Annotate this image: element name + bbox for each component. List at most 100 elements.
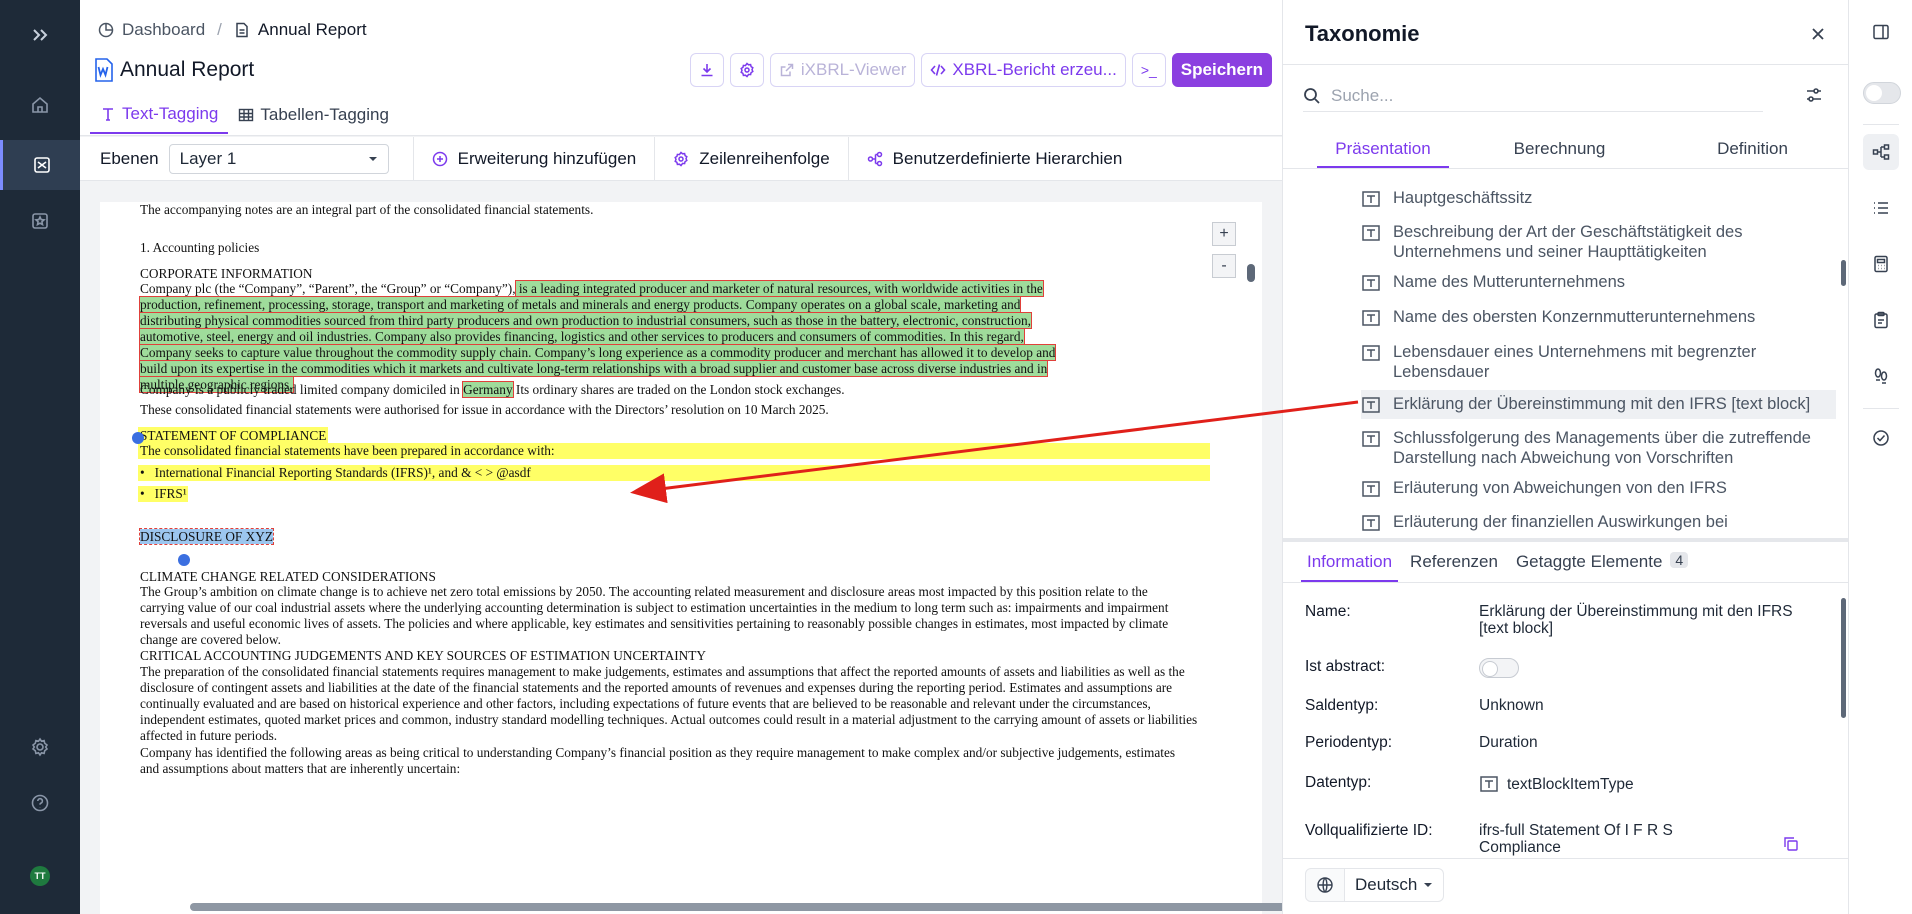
heading-critical-judgements: CRITICAL ACCOUNTING JUDGEMENTS AND KEY S… xyxy=(140,648,706,663)
taxonomy-button[interactable] xyxy=(1863,134,1899,170)
main-area: Dashboard / Annual Report Annual Report … xyxy=(80,0,1292,914)
tree-item-selected[interactable]: Erklärung der Übereinstimmung mit den IF… xyxy=(1361,390,1836,419)
save-button[interactable]: Speichern xyxy=(1171,53,1272,87)
tagged-text[interactable]: automotive, steel, energy and oil indust… xyxy=(139,328,1025,345)
user-avatar[interactable]: TT xyxy=(30,866,50,886)
clipboard-icon xyxy=(1874,311,1888,329)
scroll-thumb[interactable] xyxy=(1841,260,1846,286)
reports-icon[interactable] xyxy=(0,140,80,190)
settings-icon[interactable] xyxy=(0,722,80,772)
language-dropdown[interactable]: Deutsch xyxy=(1345,868,1445,902)
language-selector[interactable]: Deutsch xyxy=(1305,868,1445,902)
tree-item[interactable]: Name des Mutterunternehmens xyxy=(1361,272,1836,293)
filter-icon[interactable] xyxy=(1805,86,1823,104)
divider xyxy=(1863,124,1899,125)
tagged-text[interactable]: Company seeks to capture value throughou… xyxy=(138,344,1057,361)
hierarchy-icon xyxy=(1872,144,1890,160)
document-vertical-scrollbar[interactable] xyxy=(1247,204,1255,904)
tab-references[interactable]: Referenzen xyxy=(1404,546,1504,582)
row-order-button[interactable]: Zeilenreihenfolge xyxy=(654,136,847,181)
dashboard-icon xyxy=(98,22,114,38)
scroll-thumb[interactable] xyxy=(1841,598,1846,718)
tagged-text[interactable]: build upon its expertise in the commodit… xyxy=(138,360,1049,377)
terminal-button[interactable]: >_ xyxy=(1131,53,1166,87)
taxonomy-panel: Taxonomie Suche... Präsentation Berechnu… xyxy=(1282,0,1849,914)
toolbar: iXBRL-Viewer XBRL-Bericht erzeu... >_ Sp… xyxy=(689,53,1272,87)
validate-button[interactable] xyxy=(1863,420,1899,456)
bullet-ifrs-1[interactable]: • International Financial Reporting Stan… xyxy=(140,465,531,481)
tree-item[interactable]: Beschreibung der Art der Geschäftstätigk… xyxy=(1361,222,1836,262)
ixbrl-viewer-button[interactable]: iXBRL-Viewer xyxy=(769,53,916,87)
download-button[interactable] xyxy=(689,53,724,87)
info-scrollbar[interactable] xyxy=(1839,588,1847,852)
text-icon xyxy=(103,108,113,121)
mode-toggle[interactable] xyxy=(1863,82,1901,104)
tab-presentation[interactable]: Präsentation xyxy=(1317,132,1449,168)
text-block-icon xyxy=(1362,225,1380,241)
breadcrumb-separator: / xyxy=(217,20,222,39)
calculator-icon xyxy=(1874,255,1888,273)
close-icon[interactable] xyxy=(1808,24,1828,44)
scroll-thumb[interactable] xyxy=(1247,264,1255,282)
right-toolstrip xyxy=(1848,0,1912,914)
document-view[interactable]: The accompanying notes are an integral p… xyxy=(100,202,1262,914)
tagged-text[interactable]: distributing physical commodities source… xyxy=(139,312,1032,329)
tab-tagged-elements[interactable]: Getaggte Elemente 4 xyxy=(1510,546,1694,582)
zoom-in-button[interactable]: + xyxy=(1212,222,1236,246)
table-icon xyxy=(239,108,254,122)
code-icon xyxy=(930,64,946,76)
text-block-icon xyxy=(1362,515,1380,531)
download-icon xyxy=(701,64,713,77)
toggle-panel-button[interactable] xyxy=(1863,14,1899,50)
domicile-line: Company is a publicly traded limited com… xyxy=(140,381,845,398)
tree-item[interactable]: Hauptgeschäftssitz xyxy=(1361,188,1836,209)
bullet-ifrs-2[interactable]: • IFRS¹ xyxy=(140,486,187,502)
tagged-text[interactable]: production, refinement, processing, stor… xyxy=(138,296,1022,313)
tree-item[interactable]: Erläuterung von Abweichungen von den IFR… xyxy=(1361,478,1836,499)
list-button[interactable] xyxy=(1863,190,1899,226)
help-icon[interactable] xyxy=(0,778,80,828)
heading-corporate-information: CORPORATE INFORMATION xyxy=(140,266,313,281)
corporate-paragraph: Company plc (the “Company”, “Parent”, th… xyxy=(138,280,1057,393)
tagged-country[interactable]: Germany xyxy=(462,381,514,398)
taxonomy-tree: Hauptgeschäftssitz Beschreibung der Art … xyxy=(1283,180,1837,532)
tree-item[interactable]: Erläuterung der finanziellen Auswirkunge… xyxy=(1361,512,1836,532)
breadcrumb-dashboard[interactable]: Dashboard xyxy=(122,20,205,40)
info-tabs: Information Referenzen Getaggte Elemente… xyxy=(1283,546,1849,582)
authorised-line: These consolidated financial statements … xyxy=(140,402,829,417)
add-extension-button[interactable]: Erweiterung hinzufügen xyxy=(412,136,655,181)
search-input[interactable]: Suche... xyxy=(1303,80,1763,112)
tree-scrollbar[interactable] xyxy=(1839,180,1847,532)
copy-icon[interactable] xyxy=(1783,836,1799,852)
tree-item[interactable]: Schlussfolgerung des Managements über di… xyxy=(1361,428,1836,468)
badge-button[interactable] xyxy=(729,53,764,87)
tree-item[interactable]: Lebensdauer eines Unternehmens mit begre… xyxy=(1361,342,1836,382)
divider xyxy=(1863,408,1899,409)
tab-text-tagging[interactable]: Text-Tagging xyxy=(90,100,229,134)
tab-definition[interactable]: Definition xyxy=(1656,132,1849,168)
tagged-text[interactable]: is a leading integrated producer and mar… xyxy=(514,280,1044,297)
layer-select[interactable]: Layer 1 xyxy=(168,143,389,174)
tab-calculation[interactable]: Berechnung xyxy=(1463,132,1656,168)
tab-information[interactable]: Information xyxy=(1301,546,1399,582)
clipboard-button[interactable] xyxy=(1863,302,1899,338)
tree-item[interactable]: Name des obersten Konzernmutterunternehm… xyxy=(1361,307,1836,328)
document-title: Annual Report xyxy=(120,58,255,81)
compliance-line[interactable]: The consolidated financial statements ha… xyxy=(140,443,555,459)
selection-handle-end[interactable] xyxy=(178,554,190,566)
custom-hierarchies-button[interactable]: Benutzerdefinierte Hierarchien xyxy=(847,136,1141,181)
selection-handle-start[interactable] xyxy=(132,432,144,444)
expand-nav-icon[interactable] xyxy=(0,10,80,60)
climate-paragraph: The Group’s ambition on climate change i… xyxy=(140,584,1169,647)
footprints-button[interactable] xyxy=(1863,358,1899,394)
calculator-button[interactable] xyxy=(1863,246,1899,282)
text-block-icon xyxy=(1362,191,1380,207)
xbrl-report-button[interactable]: XBRL-Bericht erzeu... xyxy=(921,53,1126,87)
tagging-icon[interactable] xyxy=(0,196,80,246)
document-horizontal-scrollbar[interactable] xyxy=(190,903,1292,911)
home-icon[interactable] xyxy=(0,80,80,130)
tab-table-tagging[interactable]: Tabellen-Tagging xyxy=(228,100,399,134)
heading-statement-of-compliance[interactable]: STATEMENT OF COMPLIANCE xyxy=(140,428,326,444)
zoom-out-button[interactable]: - xyxy=(1212,254,1236,278)
heading-disclosure-xyz[interactable]: DISCLOSURE OF XYZ xyxy=(139,528,274,545)
